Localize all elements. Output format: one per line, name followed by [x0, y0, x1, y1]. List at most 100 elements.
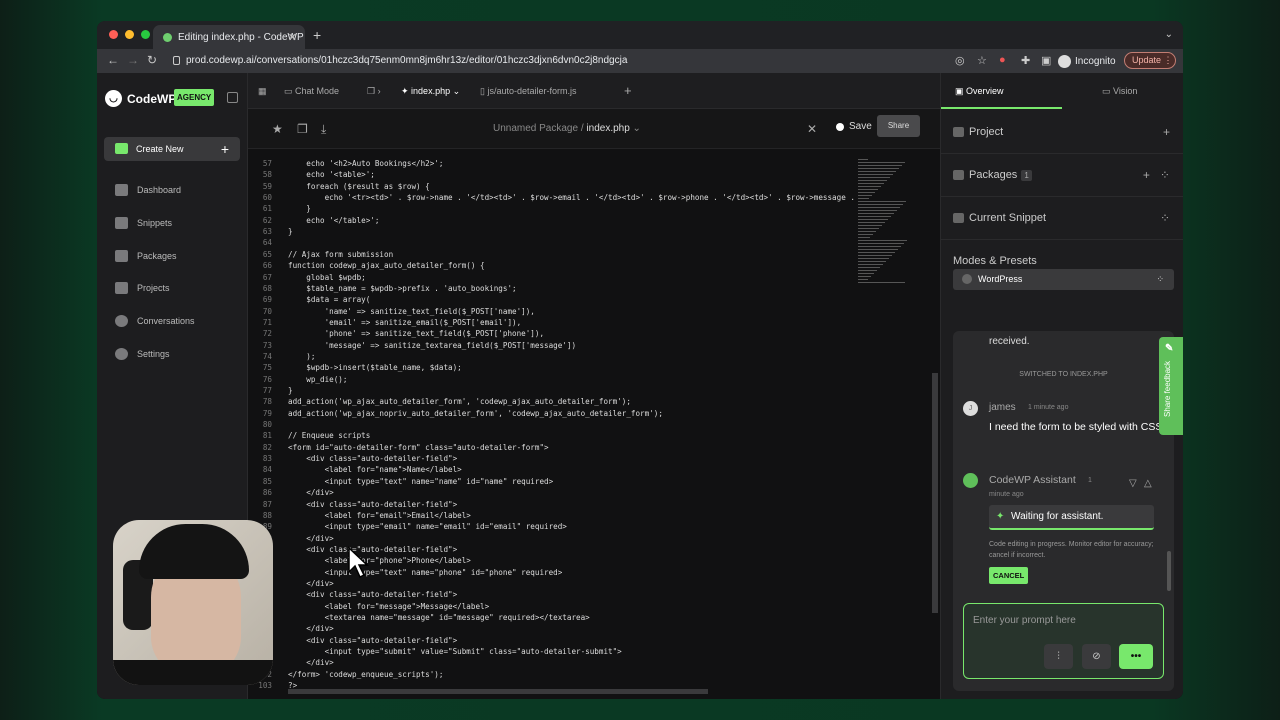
url-field[interactable]: prod.codewp.ai/conversations/01hczc3dq75… — [167, 51, 967, 71]
sidebar-item-label: Conversations — [137, 316, 195, 326]
pencil-icon: ✎ — [1165, 343, 1174, 354]
sidebar-item-settings[interactable]: Settings — [115, 347, 170, 361]
feedback-label: Share feedback — [1163, 360, 1172, 417]
line-number: 64 — [262, 238, 272, 248]
waiting-indicator: ✦ Waiting for assistant. — [989, 505, 1154, 530]
code-line: 'email' => sanitize_email($_POST['email'… — [288, 317, 522, 327]
minimap-line — [858, 231, 876, 232]
tab-vision[interactable]: ▭ Vision — [1062, 73, 1183, 109]
prompt-input[interactable]: Enter your prompt here ⫶ ⊘ ••• — [963, 603, 1164, 679]
sidebar-item-conversations[interactable]: Conversations — [115, 314, 195, 328]
download-icon[interactable]: ⤓ — [321, 122, 326, 137]
minimap-line — [858, 282, 905, 283]
section-project[interactable]: Project + — [941, 111, 1183, 154]
line-number: 83 — [262, 454, 272, 464]
tab-js-file[interactable]: ▯ js/auto-detailer-form.js — [480, 73, 576, 109]
sidebar-item-packages[interactable]: Packages — [115, 249, 177, 263]
minimap-line — [858, 174, 893, 175]
collapse-sidebar-icon[interactable] — [227, 92, 238, 103]
brand-name: CodeWP — [127, 91, 177, 106]
copy-icon[interactable]: ❐ — [297, 122, 308, 136]
close-icon[interactable]: ✕ — [807, 122, 817, 136]
settings-sliders-icon[interactable]: ⫶ — [1044, 644, 1073, 669]
line-number: 77 — [262, 386, 272, 395]
incognito-indicator[interactable]: Incognito — [1058, 52, 1116, 70]
drag-handle-icon[interactable]: ⁘ — [1156, 269, 1164, 290]
line-number: 73 — [262, 340, 272, 350]
modes-heading: Modes & Presets — [953, 255, 1037, 267]
package-name: Unnamed Package — [493, 123, 579, 134]
tab-label: index.php — [411, 86, 451, 96]
add-tab-icon[interactable]: + — [624, 73, 632, 109]
minimap-line — [858, 162, 905, 163]
tab-index-php[interactable]: ✦ index.php ⌄ — [401, 73, 460, 109]
link-icon[interactable]: ⊘ — [1082, 644, 1111, 669]
save-button[interactable]: Save — [836, 121, 872, 132]
minimap[interactable] — [858, 159, 908, 289]
thumbs-down-icon[interactable]: ▽ — [1129, 478, 1137, 489]
extensions-puzzle-icon[interactable]: ✚ — [1021, 54, 1030, 67]
star-icon[interactable]: ★ — [272, 122, 283, 136]
tab-chat-mode[interactable]: ▭ Chat Mode — [284, 73, 339, 109]
code-line: $table_name = $wpdb->prefix . 'auto_book… — [288, 283, 517, 293]
sidepanel-icon[interactable]: ▣ — [1041, 54, 1051, 67]
close-tab-icon[interactable]: ✕ — [288, 31, 297, 44]
line-number: 79 — [262, 408, 272, 418]
update-button[interactable]: Update ⋮ — [1124, 52, 1176, 69]
cancel-button[interactable]: CANCEL — [989, 567, 1029, 584]
chat-scrollbar[interactable] — [1167, 551, 1171, 591]
section-current-snippet[interactable]: Current Snippet ⁘ — [941, 197, 1183, 240]
sidebar-item-snippets[interactable]: Snippets — [115, 216, 172, 230]
minimize-window-button[interactable] — [125, 30, 134, 39]
close-window-button[interactable] — [109, 30, 118, 39]
eye-off-icon[interactable]: ◎ — [955, 54, 965, 67]
sidebar-item-projects[interactable]: Projects — [115, 281, 170, 295]
forward-icon[interactable]: → — [127, 53, 139, 67]
share-button[interactable]: Share — [877, 115, 920, 137]
code-line: <div class="auto-detailer-field"> — [288, 590, 458, 600]
grid-icon[interactable]: ▦ — [258, 73, 267, 109]
add-package-icon[interactable]: + ⁘ — [1143, 154, 1170, 197]
code-line: $data = array( — [288, 295, 371, 305]
add-project-icon[interactable]: + — [1163, 111, 1170, 154]
drag-handle-icon[interactable]: ⁘ — [1160, 197, 1170, 240]
preset-label: WordPress — [978, 274, 1023, 284]
prompt-placeholder: Enter your prompt here — [973, 615, 1076, 626]
zoom-window-button[interactable] — [141, 30, 150, 39]
bookmark-star-icon[interactable]: ☆ — [977, 54, 987, 67]
extension-pokeball-icon[interactable]: ● — [999, 54, 1006, 66]
code-area[interactable]: 57 echo '<h2>Auto Bookings</h2>'; 58 echo… — [248, 159, 858, 689]
line-number: 69 — [262, 295, 272, 305]
preset-wordpress[interactable]: WordPress ⁘ — [953, 269, 1174, 290]
breadcrumb[interactable]: Unnamed Package / index.php ⌄ — [493, 123, 641, 134]
more-actions-button[interactable]: ••• — [1119, 644, 1153, 669]
agency-badge: AGENCY — [174, 89, 215, 106]
section-packages[interactable]: Packages 1 + ⁘ — [941, 154, 1183, 197]
line-number: 70 — [262, 306, 272, 316]
sidebar-item-dashboard[interactable]: Dashboard — [115, 183, 181, 197]
horizontal-scrollbar[interactable] — [288, 689, 708, 694]
thumbs-up-icon[interactable]: △ — [1144, 478, 1152, 489]
webcam-overlay — [113, 520, 273, 685]
vertical-scrollbar[interactable] — [932, 373, 938, 613]
tab-overview[interactable]: ▣ Overview — [941, 73, 1062, 109]
browser-tab[interactable]: Editing index.php - CodeWP ✕ — [153, 25, 305, 49]
tab-label: js/auto-detailer-form.js — [487, 86, 577, 96]
reload-icon[interactable]: ↻ — [147, 53, 157, 67]
code-line: echo '<table>'; — [288, 170, 375, 180]
minimap-line — [858, 222, 885, 223]
files-icon[interactable]: ❐ › — [367, 73, 381, 109]
projects-icon — [115, 282, 128, 294]
minimap-line — [858, 255, 892, 256]
new-tab-icon[interactable]: + — [313, 27, 321, 43]
create-new-button[interactable]: Create New + — [104, 137, 240, 161]
plus-icon: + — [220, 141, 229, 157]
back-icon[interactable]: ← — [107, 53, 119, 67]
minimap-line — [858, 165, 902, 166]
minimap-line — [858, 249, 898, 250]
share-feedback-tab[interactable]: Share feedback ✎ — [1159, 337, 1183, 435]
tab-list-chevron-icon[interactable]: ⌄ — [1165, 29, 1173, 40]
brand[interactable]: ◡ CodeWP — [105, 90, 176, 107]
folder-icon — [953, 127, 964, 137]
save-label: Save — [849, 121, 872, 132]
